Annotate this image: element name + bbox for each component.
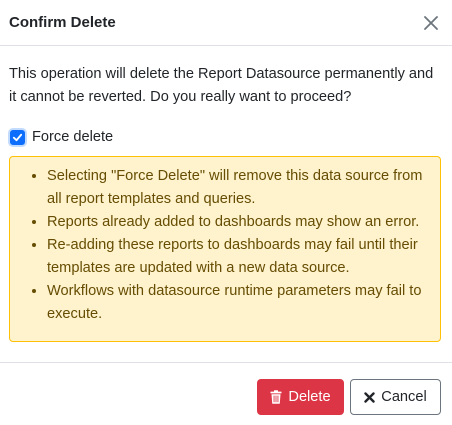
warning-item: Selecting "Force Delete" will remove thi… <box>47 165 428 211</box>
dialog-body: This operation will delete the Report Da… <box>0 46 452 342</box>
cancel-button-label: Cancel <box>381 389 427 405</box>
force-delete-row: Force delete <box>9 126 442 148</box>
check-icon <box>12 133 23 141</box>
force-delete-checkbox[interactable] <box>10 129 25 145</box>
warning-item: Reports already added to dashboards may … <box>47 211 428 234</box>
dialog-footer: Delete Cancel <box>0 362 452 425</box>
close-icon <box>424 15 438 30</box>
warning-item: Re-adding these reports to dashboards ma… <box>47 234 428 280</box>
dialog-header: Confirm Delete <box>0 0 452 46</box>
warning-item: Workflows with datasource runtime parame… <box>47 280 428 326</box>
trash-icon <box>270 390 282 404</box>
confirm-delete-dialog: Confirm Delete This operation will delet… <box>0 0 452 425</box>
confirm-message: This operation will delete the Report Da… <box>9 66 434 105</box>
cancel-button[interactable]: Cancel <box>350 379 441 415</box>
force-delete-label[interactable]: Force delete <box>32 129 113 145</box>
delete-button-label: Delete <box>288 389 331 405</box>
close-button[interactable] <box>420 12 442 34</box>
delete-button[interactable]: Delete <box>257 379 344 415</box>
warning-list: Selecting "Force Delete" will remove thi… <box>10 165 428 326</box>
dialog-title: Confirm Delete <box>9 14 116 31</box>
force-delete-warning-box: Selecting "Force Delete" will remove thi… <box>9 156 441 342</box>
x-icon <box>364 391 375 403</box>
